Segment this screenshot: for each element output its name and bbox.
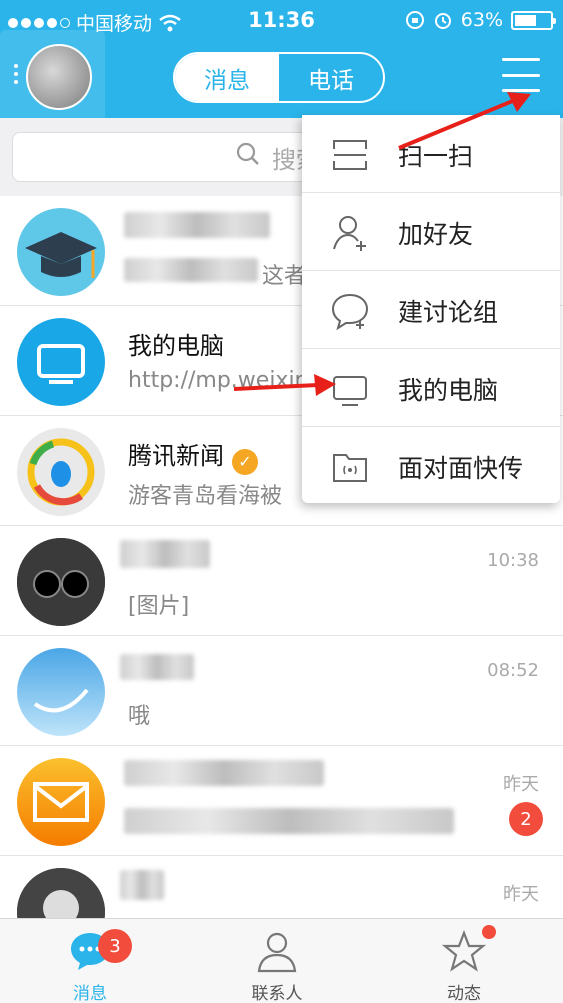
tab-contacts[interactable]: 联系人 [217, 919, 337, 1003]
tab-label: 消息 [73, 984, 107, 1003]
scan-icon [333, 140, 367, 170]
conversation-name: 我的电脑 [128, 332, 224, 360]
message-preview: 哦 [128, 704, 151, 729]
menu-item-face-to-face-transfer[interactable]: 面对面快传 [302, 427, 560, 505]
message-preview: [图片] [128, 594, 190, 619]
battery-icon [511, 10, 556, 30]
battery-fill [515, 14, 536, 26]
monitor-avatar [17, 318, 105, 406]
list-item[interactable]: 昨天 2 [0, 746, 563, 856]
blurred-name [120, 540, 210, 568]
list-item[interactable]: 08:52 哦 [0, 636, 563, 746]
message-time: 昨天 [503, 884, 539, 905]
list-item[interactable]: 10:38 [图片] [0, 526, 563, 636]
menu-item-label: 我的电脑 [398, 376, 499, 405]
tab-label: 联系人 [251, 984, 303, 1003]
blurred-name [124, 212, 270, 238]
mail-avatar [17, 758, 105, 846]
face-to-face-transfer-icon [333, 454, 367, 482]
menu-item-label: 建讨论组 [398, 298, 499, 327]
plus-dropdown-menu: 扫一扫 加好友 建讨论组 我的电脑 面对面快传 [302, 115, 560, 503]
battery-label: 63% [460, 9, 503, 31]
menu-item-add-friend[interactable]: 加好友 [302, 193, 560, 271]
tab-calls-segment[interactable]: 电话 [279, 54, 383, 101]
verified-icon: ✓ [232, 448, 258, 475]
cat-avatar [17, 538, 105, 626]
unread-badge: 2 [509, 802, 543, 836]
rotation-lock-icon [405, 11, 424, 29]
tab-label: 动态 [447, 984, 481, 1003]
unread-badge: 3 [98, 929, 132, 963]
discussion-group-icon [331, 293, 369, 331]
add-friend-icon [333, 216, 366, 251]
user-avatar[interactable] [26, 44, 92, 110]
message-preview: 这者 [262, 264, 307, 289]
menu-item-discussion-group[interactable]: 建讨论组 [302, 271, 560, 349]
tab-messages-segment[interactable]: 消息 [175, 54, 279, 101]
drawer-dots-icon [14, 64, 18, 84]
status-right: 63% [405, 9, 556, 31]
menu-item-label: 面对面快传 [398, 454, 524, 483]
annotation-arrow-computer [233, 374, 336, 396]
contacts-icon [257, 932, 297, 973]
message-preview: 游客青岛看海被 [128, 484, 283, 509]
notification-dot [482, 925, 496, 939]
search-icon [236, 142, 259, 165]
message-time: 08:52 [487, 660, 539, 681]
conversation-name: 腾讯新闻 ✓ [128, 436, 258, 475]
alarm-icon [434, 13, 451, 29]
annotation-arrow-menu [398, 92, 531, 150]
message-time: 昨天 [503, 774, 539, 795]
star-icon [442, 929, 486, 972]
sky-avatar [17, 648, 105, 736]
bottom-tab-bar: 3 消息 联系人 动态 [0, 918, 563, 1003]
blurred-name [124, 760, 324, 786]
menu-item-my-computer[interactable]: 我的电脑 [302, 349, 560, 427]
tab-moments[interactable]: 动态 [404, 919, 524, 1003]
graduation-cap-avatar [17, 208, 105, 296]
conversation-name-text: 腾讯新闻 [128, 442, 224, 470]
tab-messages[interactable]: 3 消息 [30, 919, 150, 1003]
segment-control: 消息 电话 [173, 52, 385, 103]
blurred-message [124, 808, 454, 834]
tencent-news-avatar [17, 428, 105, 516]
menu-item-label: 加好友 [398, 220, 474, 249]
blurred-name [120, 870, 164, 900]
blurred-message [124, 258, 258, 282]
message-time: 10:38 [487, 550, 539, 571]
blurred-name [120, 654, 194, 680]
